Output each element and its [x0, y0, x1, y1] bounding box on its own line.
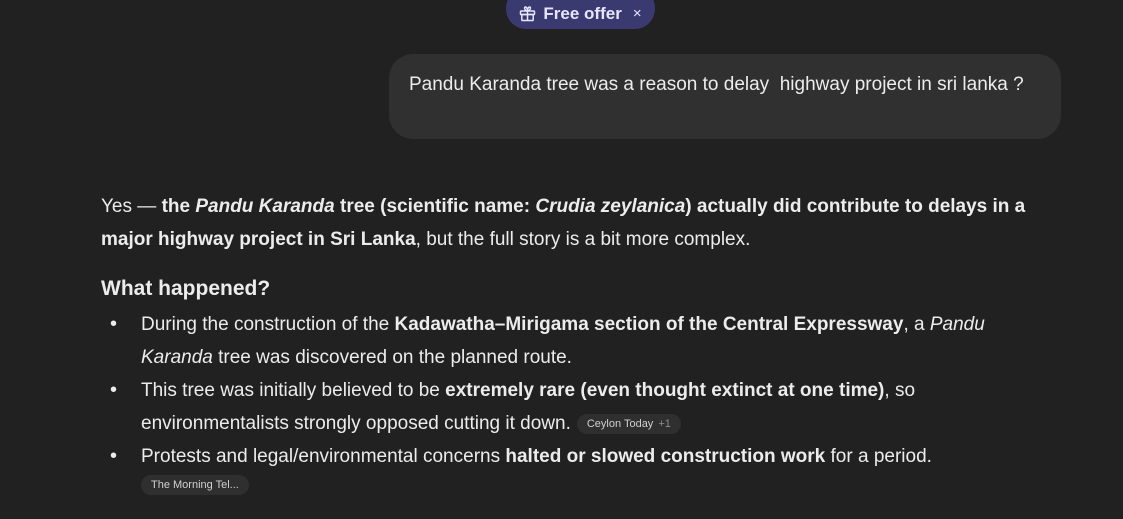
gift-icon [519, 5, 536, 22]
assistant-response: Yes — the Pandu Karanda tree (scientific… [101, 190, 1051, 495]
bullet-list: During the construction of the Kadawatha… [101, 308, 1051, 495]
user-message-bubble: Pandu Karanda tree was a reason to delay… [389, 54, 1061, 139]
answer-intro: Yes — the Pandu Karanda tree (scientific… [101, 196, 1026, 250]
free-offer-pill[interactable]: Free offer × [506, 0, 655, 29]
section-heading: What happened? [101, 277, 271, 300]
chat-page: Free offer × Pandu Karanda tree was a re… [0, 0, 1123, 519]
free-offer-label: Free offer [543, 3, 622, 23]
citation-chip[interactable]: The Morning Tel... [141, 475, 249, 495]
citation-chip[interactable]: Ceylon Today +1 [576, 414, 681, 434]
close-icon[interactable]: × [633, 5, 642, 22]
list-item: Protests and legal/environmental concern… [101, 440, 1051, 495]
list-item: During the construction of the Kadawatha… [101, 308, 1051, 374]
list-item: This tree was initially believed to be e… [101, 374, 1051, 440]
